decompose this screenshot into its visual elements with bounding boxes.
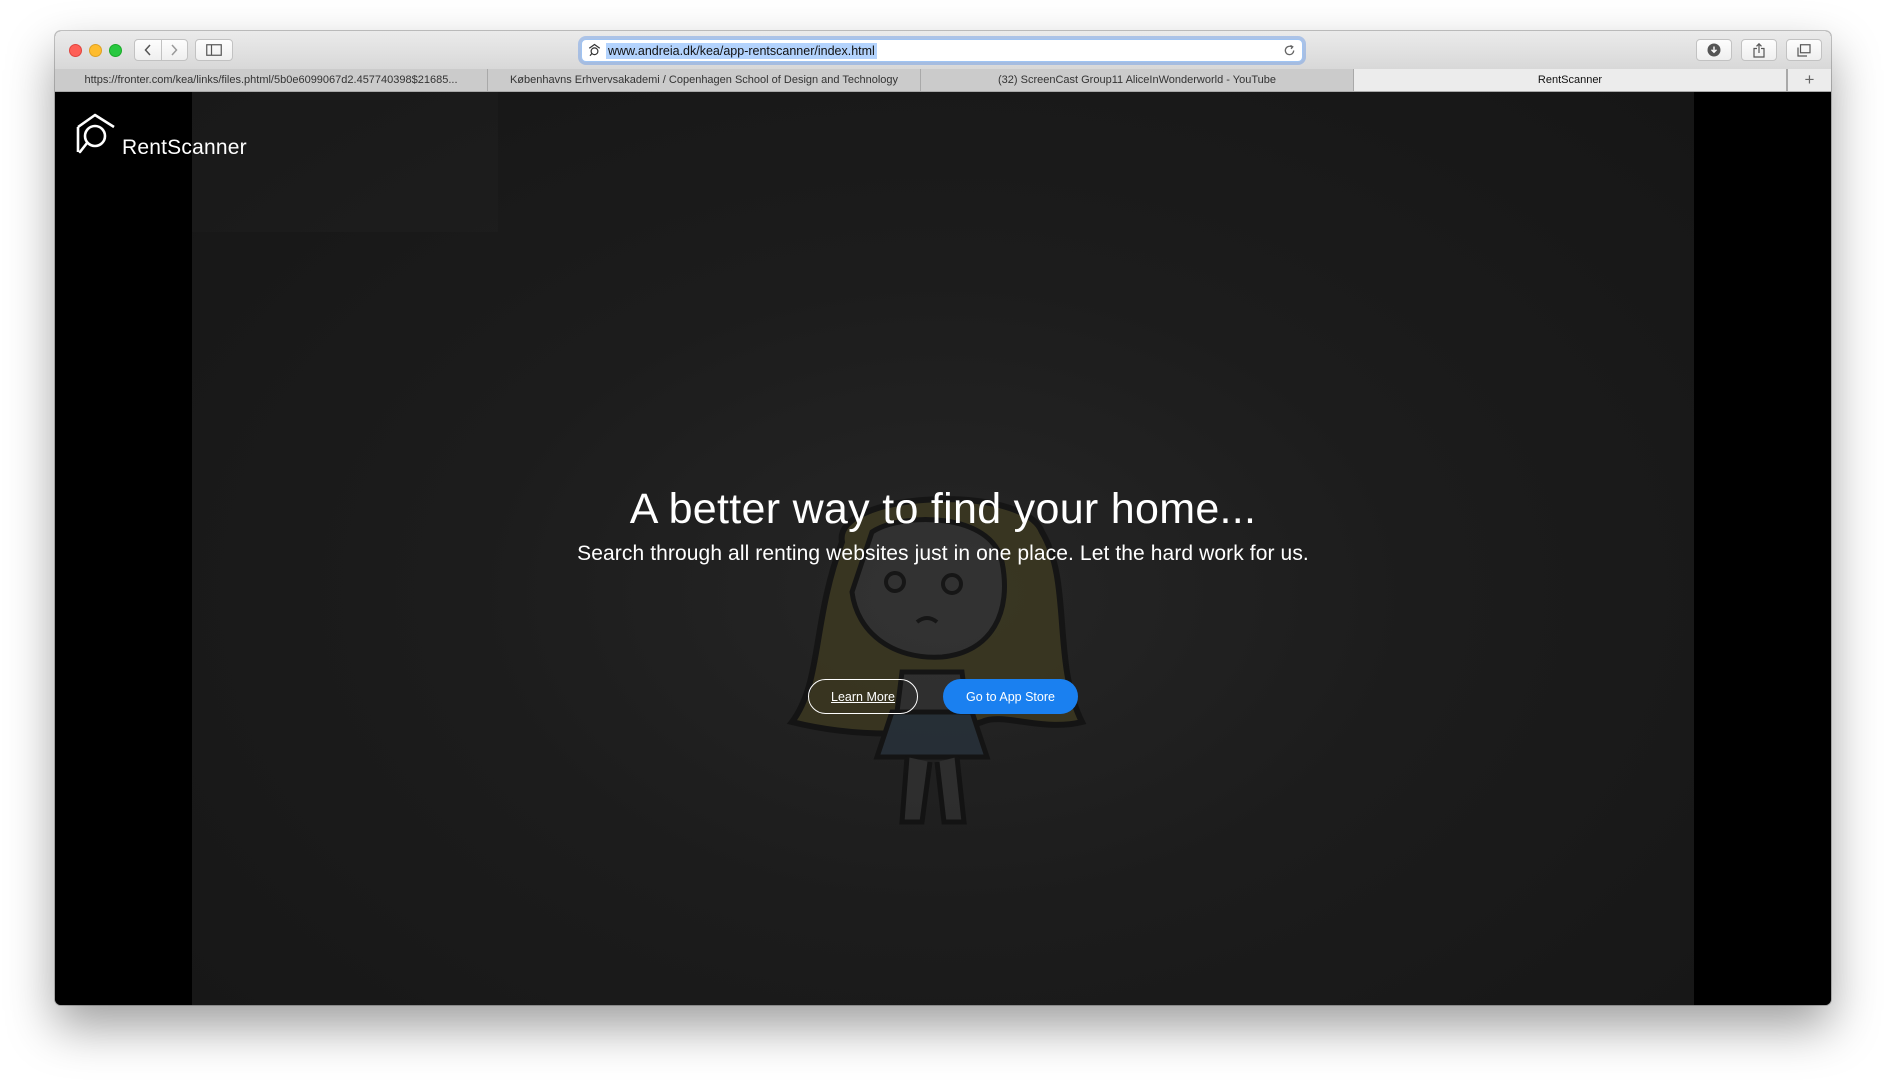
learn-more-button[interactable]: Learn More bbox=[808, 679, 918, 714]
hero-subtitle: Search through all renting websites just… bbox=[577, 542, 1309, 565]
new-tab-button[interactable]: + bbox=[1787, 69, 1831, 91]
minimize-window-button[interactable] bbox=[89, 44, 102, 57]
tab-bar: https://fronter.com/kea/links/files.phtm… bbox=[55, 69, 1831, 92]
tab-kea[interactable]: Københavns Erhvervsakademi / Copenhagen … bbox=[488, 69, 921, 91]
app-store-button[interactable]: Go to App Store bbox=[943, 679, 1078, 714]
close-window-button[interactable] bbox=[69, 44, 82, 57]
sidebar-toggle-button[interactable] bbox=[195, 39, 233, 61]
share-icon bbox=[1753, 42, 1765, 58]
tab-rentscanner[interactable]: RentScanner bbox=[1354, 69, 1787, 91]
address-bar[interactable]: www.andreia.dk/kea/app-rentscanner/index… bbox=[581, 39, 1303, 62]
sidebar-icon bbox=[206, 44, 222, 56]
hero-title: A better way to find your home... bbox=[629, 485, 1257, 533]
tab-fronter[interactable]: https://fronter.com/kea/links/files.phtm… bbox=[55, 69, 488, 91]
browser-toolbar: www.andreia.dk/kea/app-rentscanner/index… bbox=[55, 31, 1831, 70]
share-button[interactable] bbox=[1741, 39, 1777, 61]
chevron-right-icon bbox=[171, 44, 178, 56]
url-text[interactable]: www.andreia.dk/kea/app-rentscanner/index… bbox=[606, 42, 877, 59]
page-viewport: RentScanner A better way to find your ho… bbox=[55, 92, 1831, 1005]
tab-youtube[interactable]: (32) ScreenCast Group11 AliceInWonderwor… bbox=[921, 69, 1354, 91]
downloads-button[interactable] bbox=[1696, 39, 1732, 61]
chevron-left-icon bbox=[144, 44, 151, 56]
site-favicon-icon bbox=[587, 43, 602, 58]
maximize-window-button[interactable] bbox=[109, 44, 122, 57]
hero-section: A better way to find your home... Search… bbox=[55, 92, 1831, 1005]
download-icon bbox=[1707, 43, 1721, 57]
forward-button[interactable] bbox=[160, 40, 188, 60]
reload-button[interactable] bbox=[1283, 44, 1296, 57]
browser-window: www.andreia.dk/kea/app-rentscanner/index… bbox=[55, 31, 1831, 1005]
back-button[interactable] bbox=[135, 40, 161, 60]
reload-icon bbox=[1284, 44, 1295, 56]
tabs-icon bbox=[1797, 43, 1811, 57]
history-nav bbox=[134, 39, 188, 61]
tab-overview-button[interactable] bbox=[1786, 39, 1822, 61]
